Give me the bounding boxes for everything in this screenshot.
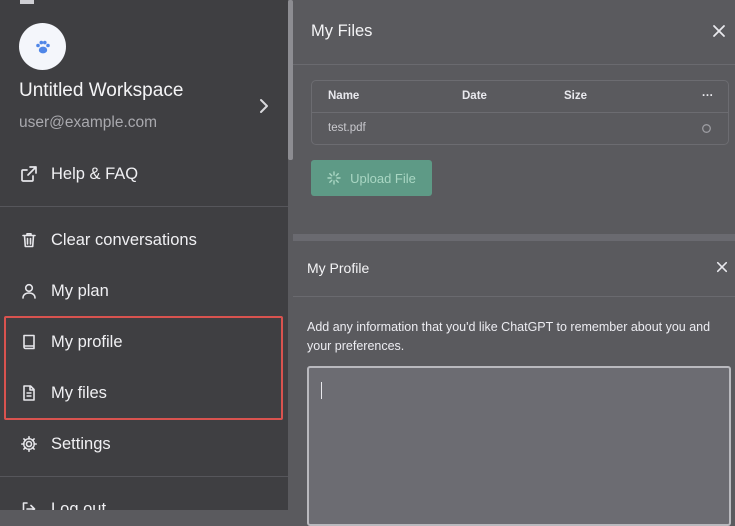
menu-divider — [0, 206, 288, 207]
column-header-name[interactable]: Name — [328, 90, 359, 102]
menu-item-label: Settings — [51, 434, 111, 453]
files-table: Name Date Size ··· test.pdf — [311, 80, 729, 145]
file-name-cell[interactable]: test.pdf — [328, 122, 366, 134]
file-status-icon[interactable] — [701, 123, 712, 134]
upload-file-button[interactable]: Upload File — [311, 160, 432, 196]
column-header-size[interactable]: Size — [564, 90, 587, 102]
panel-title: My Files — [311, 22, 373, 40]
profile-description: Add any information that you'd like Chat… — [307, 320, 711, 353]
trash-icon — [20, 231, 38, 249]
more-options-icon[interactable]: ··· — [702, 90, 714, 102]
text-caret — [321, 382, 322, 399]
highlight-box — [4, 316, 283, 420]
table-divider — [312, 112, 728, 113]
menu-item-label: Log out — [51, 499, 107, 511]
upload-button-label: Upload File — [350, 170, 416, 186]
menu-item-label: Clear conversations — [51, 230, 197, 249]
menu-divider — [0, 476, 288, 477]
partial-menu-icon — [20, 0, 34, 4]
column-header-date[interactable]: Date — [462, 90, 487, 102]
chevron-right-icon[interactable] — [256, 96, 272, 116]
menu-item-label: Help & FAQ — [51, 164, 139, 183]
menu-item-help-faq[interactable]: Help & FAQ — [0, 151, 288, 197]
user-icon — [20, 282, 38, 300]
menu-item-label: My plan — [51, 281, 109, 300]
account-email: user@example.com — [19, 114, 158, 131]
menu-item-my-plan[interactable]: My plan — [0, 268, 288, 314]
workspace-avatar[interactable] — [19, 23, 66, 70]
panel-separator — [293, 234, 735, 241]
close-icon[interactable] — [716, 261, 728, 273]
menu-item-clear-conversations[interactable]: Clear conversations — [0, 217, 288, 263]
menu-item-settings[interactable]: Settings — [0, 421, 288, 467]
gear-icon — [20, 435, 38, 453]
spinner-icon — [327, 171, 341, 185]
profile-textarea[interactable] — [307, 366, 731, 526]
close-icon[interactable] — [712, 24, 726, 38]
external-link-icon — [20, 165, 38, 183]
menu-item-log-out[interactable]: Log out — [0, 486, 288, 510]
account-menu-sidebar: Untitled Workspace user@example.com Help… — [0, 0, 288, 510]
my-profile-panel: My Profile Add any information that you'… — [293, 241, 735, 526]
logout-icon — [20, 500, 38, 510]
panel-divider — [293, 296, 735, 297]
panel-divider — [293, 64, 735, 65]
panel-title: My Profile — [307, 260, 370, 276]
my-files-panel: My Files Name Date Size ··· test.pdf Upl… — [293, 0, 735, 234]
paw-icon — [35, 40, 50, 53]
workspace-name[interactable]: Untitled Workspace — [19, 80, 183, 102]
